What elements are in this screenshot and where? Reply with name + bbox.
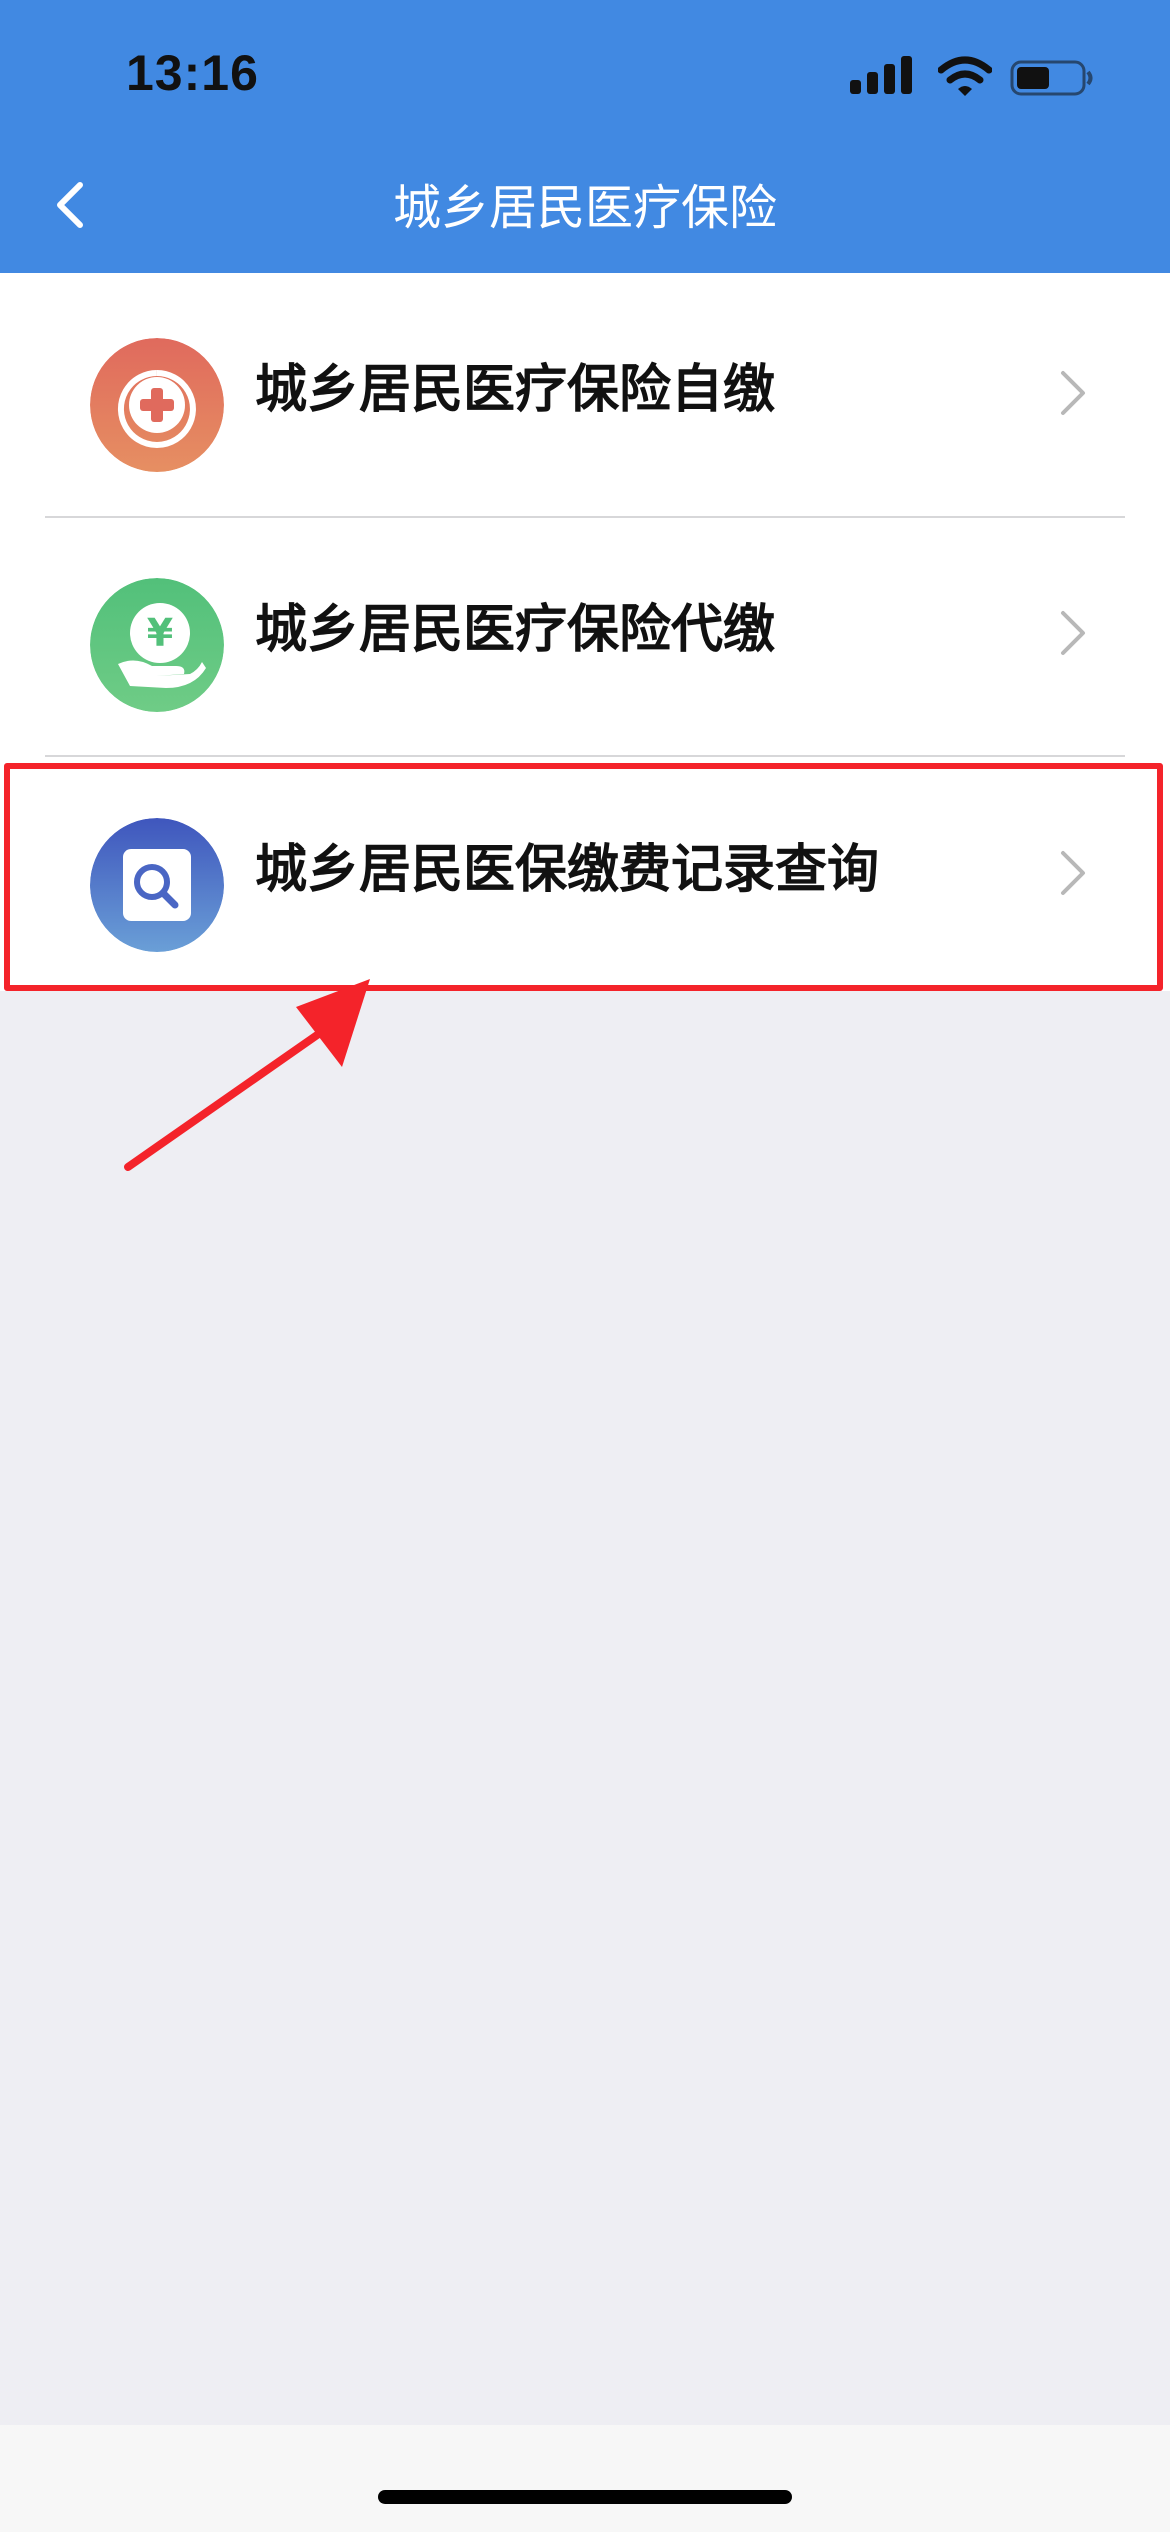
menu-item-label: 城乡居民医疗保险自缴	[255, 360, 776, 420]
battery-icon	[1010, 60, 1093, 96]
svg-text:¥: ¥	[147, 611, 173, 655]
menu-item-label: 城乡居民医疗保险代缴	[255, 600, 776, 660]
page-title: 城乡居民医疗保险	[392, 180, 777, 236]
bottom-bar	[0, 2425, 1170, 2532]
menu-item-proxy-pay[interactable]: ¥ 城乡居民医疗保险代缴	[0, 513, 1170, 751]
annotation-arrow-icon	[124, 979, 370, 1171]
home-indicator[interactable]	[378, 2490, 792, 2504]
medical-cross-icon	[90, 338, 224, 472]
chevron-right-icon	[1061, 611, 1085, 655]
menu-item-self-pay[interactable]: 城乡居民医疗保险自缴	[0, 273, 1170, 511]
chevron-right-icon	[1061, 371, 1085, 415]
wifi-icon	[938, 56, 992, 96]
navigation-header: 13:16 城乡居民医疗保险	[0, 0, 1170, 273]
yuan-hand-icon: ¥	[90, 578, 224, 712]
status-time: 13:16	[126, 45, 259, 101]
highlight-box	[4, 763, 1163, 991]
signal-icon	[850, 52, 914, 102]
